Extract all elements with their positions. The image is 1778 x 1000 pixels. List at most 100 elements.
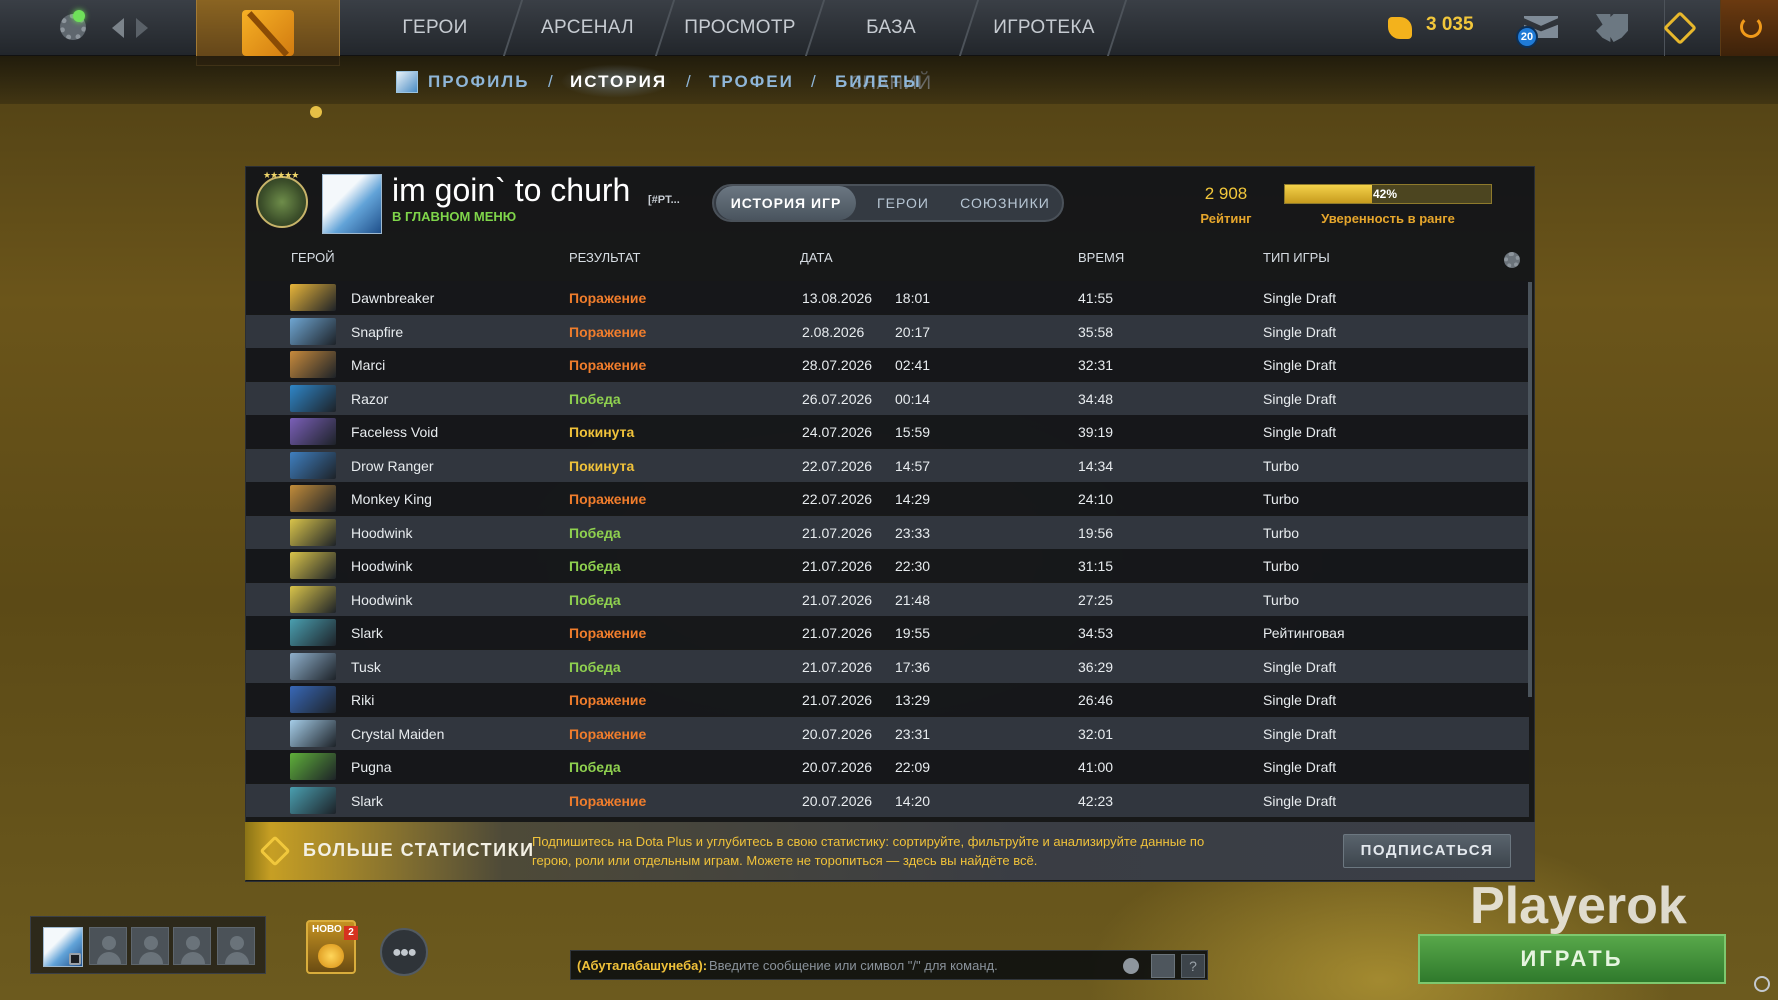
cell-hero: Crystal Maiden xyxy=(351,725,445,742)
cell-result: Поражение xyxy=(569,692,647,708)
table-settings-icon[interactable] xyxy=(1504,252,1520,268)
hero-portrait xyxy=(290,485,336,512)
hero-portrait xyxy=(290,719,336,747)
cell-date: 21.07.2026 xyxy=(802,558,873,574)
player-avatar[interactable] xyxy=(322,174,382,234)
table-row[interactable]: Pugna Победа 20.07.2026 22:09 41:00 Single Dr… xyxy=(246,750,1529,783)
cell-date: 20.07.2026 xyxy=(802,759,873,775)
cell-date: 13.08.2026 xyxy=(802,290,873,306)
cell-date: 22.07.2026 xyxy=(802,457,873,474)
cell-date: 20.07.2026 xyxy=(802,725,873,742)
nav-arsenal[interactable]: АРСЕНАЛ xyxy=(530,0,645,56)
table-row[interactable]: Hoodwink Победа 21.07.2026 21:48 27:25 Turbo xyxy=(246,582,1529,616)
subnav-trophies[interactable]: ТРОФЕИ xyxy=(709,72,794,92)
cell-time: 14:57 xyxy=(895,457,931,474)
nav-watch[interactable]: ПРОСМОТР xyxy=(680,0,800,56)
cell-mode: Single Draft xyxy=(1263,759,1337,775)
player-tag: [#PT... xyxy=(648,194,680,206)
table-row[interactable]: Monkey King Поражение 22.07.2026 14:29 24:10… xyxy=(246,482,1529,515)
column-date[interactable]: ДАТА xyxy=(800,250,833,265)
table-row[interactable]: Hoodwink Победа 21.07.2026 22:30 31:15 Turbo xyxy=(246,549,1529,582)
cell-hero: Hoodwink xyxy=(351,558,413,574)
subnav-history[interactable]: ИСТОРИЯ xyxy=(570,72,667,92)
cell-mode: Single Draft xyxy=(1263,390,1337,407)
cell-duration: 34:53 xyxy=(1078,625,1114,641)
column-game-mode[interactable]: ТИП ИГРЫ xyxy=(1263,250,1330,265)
hero-portrait xyxy=(290,317,336,345)
play-button[interactable]: ИГРАТЬ xyxy=(1418,934,1726,984)
cell-mode: Turbo xyxy=(1263,591,1300,608)
hero-portrait xyxy=(290,418,336,445)
cell-time: 13:29 xyxy=(895,692,931,708)
cell-mode: Single Draft xyxy=(1263,323,1337,340)
nav-arcade[interactable]: ИГРОТЕКА xyxy=(984,0,1104,56)
cell-mode: Рейтинговая xyxy=(1263,625,1345,641)
column-result[interactable]: РЕЗУЛЬТАТ xyxy=(569,250,640,265)
cell-mode: Turbo xyxy=(1263,524,1300,541)
party-slot[interactable] xyxy=(89,927,127,965)
forward-arrow-icon[interactable] xyxy=(136,18,148,38)
emoji-icon[interactable] xyxy=(1123,958,1139,974)
party-slot[interactable] xyxy=(173,927,211,965)
confidence-label: Уверенность в ранге xyxy=(1321,211,1455,226)
cell-date: 2.08.2026 xyxy=(802,323,865,340)
player-name: im goin` to churh xyxy=(392,172,631,208)
party-slot[interactable] xyxy=(217,927,255,965)
rating-value: 2 908 xyxy=(1204,184,1248,203)
nav-heroes[interactable]: ГЕРОИ xyxy=(390,0,480,56)
table-row[interactable]: Hoodwink Победа 21.07.2026 23:33 19:56 Turbo xyxy=(246,515,1529,549)
tab-match-history[interactable]: ИСТОРИЯ ИГР xyxy=(716,186,856,220)
confidence-bar-fill xyxy=(1285,185,1372,203)
column-duration[interactable]: ВРЕМЯ xyxy=(1078,250,1124,265)
chat-bar: (Абуталабашунеба): Введите сообщение или… xyxy=(570,950,1208,980)
tab-allies[interactable]: СОЮЗНИКИ xyxy=(950,186,1060,220)
table-row[interactable]: Slark Поражение 20.07.2026 14:20 42:23 Single… xyxy=(246,783,1529,817)
banner-text-line1: Подпишитесь на Dota Plus и углубитесь в … xyxy=(532,834,1205,849)
cell-time: 14:29 xyxy=(895,491,931,507)
corner-settings-icon[interactable] xyxy=(1754,976,1770,992)
chat-help-button[interactable]: ? xyxy=(1181,954,1205,978)
party-slot[interactable] xyxy=(131,927,169,965)
chat-input[interactable]: Введите сообщение или символ "/" для ком… xyxy=(709,958,1069,973)
table-row[interactable]: Faceless Void Покинута 24.07.2026 15:59 39:1… xyxy=(246,415,1529,448)
cell-duration: 35:58 xyxy=(1078,323,1114,340)
cell-hero: Hoodwink xyxy=(351,524,413,541)
cell-duration: 32:31 xyxy=(1078,357,1114,373)
table-row[interactable]: Marci Поражение 28.07.2026 02:41 32:31 Single… xyxy=(246,348,1529,381)
column-hero[interactable]: ГЕРОЙ xyxy=(291,250,335,265)
cell-result: Поражение xyxy=(569,792,647,809)
table-row[interactable]: Dawnbreaker Поражение 13.08.2026 18:01 41:55… xyxy=(246,281,1529,314)
cell-date: 20.07.2026 xyxy=(802,792,873,809)
nav-knowledge-base[interactable]: БАЗА ЗНАНИЙ xyxy=(826,0,956,94)
table-row[interactable]: Razor Победа 26.07.2026 00:14 34:48 Single Dr… xyxy=(246,381,1529,415)
subscribe-button[interactable]: ПОДПИСАТЬСЯ xyxy=(1343,834,1511,868)
cell-result: Поражение xyxy=(569,357,647,373)
power-icon xyxy=(1740,16,1762,38)
cell-date: 22.07.2026 xyxy=(802,491,873,507)
subnav-tickets[interactable]: БИЛЕТЫ xyxy=(835,72,922,92)
chat-tool-button[interactable] xyxy=(1151,954,1175,978)
table-row[interactable]: Tusk Победа 21.07.2026 17:36 36:29 Single Dra… xyxy=(246,649,1529,683)
subnav-profile[interactable]: ПРОФИЛЬ xyxy=(428,72,529,92)
cell-date: 24.07.2026 xyxy=(802,424,873,440)
table-row[interactable]: Riki Поражение 21.07.2026 13:29 26:46 Single … xyxy=(246,683,1529,716)
shards-icon xyxy=(1388,17,1412,39)
hero-portrait xyxy=(290,284,336,311)
hero-portrait xyxy=(290,619,336,646)
table-row[interactable]: Slark Поражение 21.07.2026 19:55 34:53 Рейтин… xyxy=(246,616,1529,649)
cell-hero: Hoodwink xyxy=(351,591,413,608)
scrollbar[interactable] xyxy=(1528,282,1532,697)
table-row[interactable]: Crystal Maiden Поражение 20.07.2026 23:31 32… xyxy=(246,716,1529,750)
cell-duration: 41:00 xyxy=(1078,759,1114,775)
tab-heroes[interactable]: ГЕРОИ xyxy=(860,186,946,220)
cell-result: Поражение xyxy=(569,290,647,306)
cell-time: 22:30 xyxy=(895,558,931,574)
table-row[interactable]: Snapfire Поражение 2.08.2026 20:17 35:58 Sing… xyxy=(246,314,1529,348)
back-arrow-icon[interactable] xyxy=(112,18,124,38)
cell-hero: Slark xyxy=(351,792,383,809)
cell-result: Победа xyxy=(569,658,621,675)
cell-hero: Monkey King xyxy=(351,491,432,507)
hero-portrait xyxy=(290,518,336,546)
table-row[interactable]: Drow Ranger Покинута 22.07.2026 14:57 14:34 T… xyxy=(246,448,1529,482)
shards-count[interactable]: 3 035 xyxy=(1426,14,1474,36)
